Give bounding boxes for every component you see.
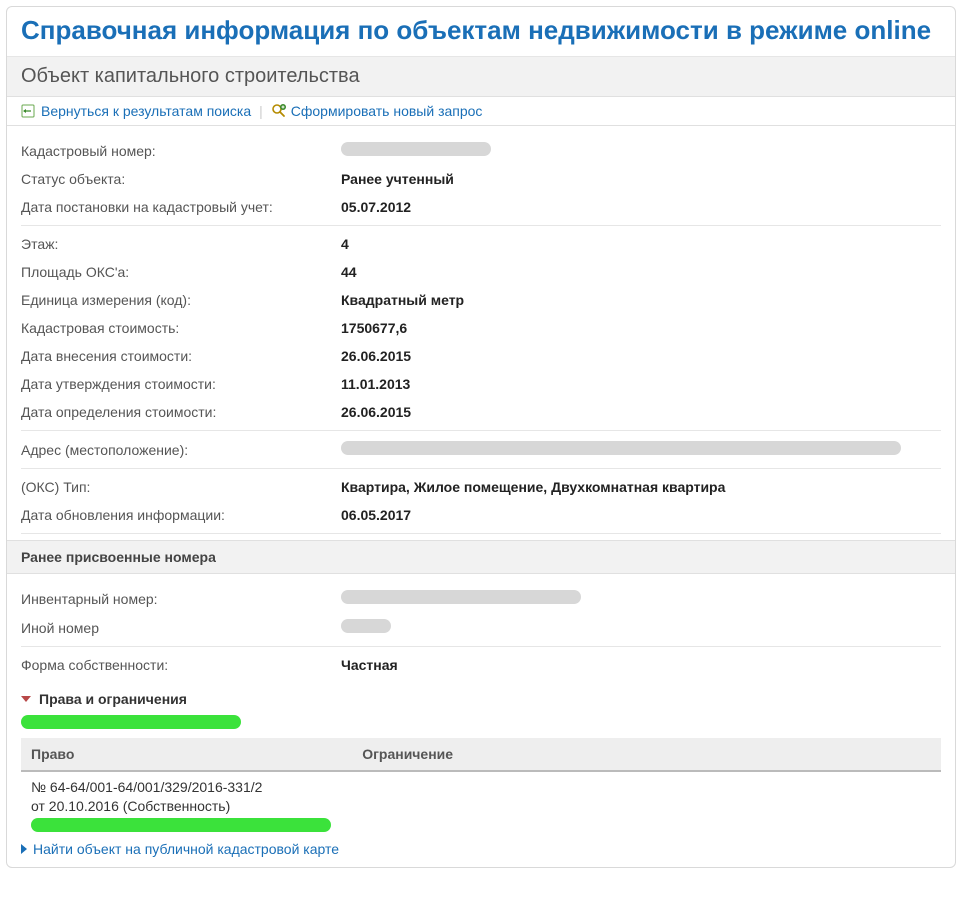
kv-value: 4 [341,236,349,252]
rights-table: Право Ограничение № 64-64/001-64/001/329… [21,738,941,841]
kv-row: Статус объекта:Ранее учтенный [21,165,941,193]
highlight-marker [31,818,331,832]
kv-label: Статус объекта: [21,171,341,187]
group-type: (ОКС) Тип:Квартира, Жилое помещение, Дву… [21,469,941,534]
highlight-marker [21,715,241,729]
right-date-type: от 20.10.2016 (Собственность) [31,797,342,816]
kv-label: Дата утверждения стоимости: [21,376,341,392]
redacted-value [341,619,391,633]
section-title: Объект капитального строительства [7,57,955,97]
kv-label: Площадь ОКС'a: [21,264,341,280]
kv-label: Дата внесения стоимости: [21,348,341,364]
kv-row: Кадастровая стоимость:1750677,6 [21,314,941,342]
kv-value: 05.07.2012 [341,199,411,215]
kv-value [341,142,491,159]
kv-row: (ОКС) Тип:Квартира, Жилое помещение, Дву… [21,473,941,501]
kv-value: Квадратный метр [341,292,464,308]
kv-row: Дата определения стоимости:26.06.2015 [21,398,941,426]
find-on-map-link[interactable]: Найти объект на публичной кадастровой ка… [21,839,339,857]
chevron-right-icon [21,844,27,854]
col-right: Право [21,738,352,771]
chevron-down-icon [21,696,31,702]
group-metrics: Этаж:4Площадь ОКС'a:44Единица измерения … [21,226,941,431]
kv-value [341,441,901,458]
kv-label: Инвентарный номер: [21,591,341,607]
toolbar: Вернуться к результатам поиска | Сформир… [7,97,955,126]
kv-value: 06.05.2017 [341,507,411,523]
kv-row: Дата постановки на кадастровый учет:05.0… [21,193,941,221]
kv-row: Кадастровый номер: [21,136,941,165]
right-number: № 64-64/001-64/001/329/2016-331/2 [31,778,342,797]
kv-label: Адрес (местоположение): [21,442,341,458]
toolbar-separator: | [259,103,263,119]
back-to-results-label: Вернуться к результатам поиска [41,103,251,119]
kv-label: Кадастровая стоимость: [21,320,341,336]
kv-value: Частная [341,657,398,673]
previous-numbers-header: Ранее присвоенные номера [7,540,955,574]
kv-label: Форма собственности: [21,657,341,673]
kv-row: Единица измерения (код):Квадратный метр [21,286,941,314]
kv-label: Кадастровый номер: [21,143,341,159]
kv-label: Этаж: [21,236,341,252]
kv-value: Квартира, Жилое помещение, Двухкомнатная… [341,479,725,495]
kv-value: Ранее учтенный [341,171,454,187]
kv-label: Иной номер [21,620,341,636]
kv-value [341,590,581,607]
find-on-map-label: Найти объект на публичной кадастровой ка… [33,841,339,857]
kv-row: Адрес (местоположение): [21,435,941,464]
kv-label: Дата обновления информации: [21,507,341,523]
rights-restrictions-toggle[interactable]: Права и ограничения [21,683,941,715]
col-restriction: Ограничение [352,738,941,771]
group-main: Кадастровый номер: Статус объекта:Ранее у… [21,132,941,226]
redacted-value [341,441,901,455]
kv-value: 26.06.2015 [341,404,411,420]
kv-value [341,619,391,636]
kv-row: Площадь ОКС'a:44 [21,258,941,286]
new-query-icon [271,103,287,119]
kv-label: Дата постановки на кадастровый учет: [21,199,341,215]
kv-label: Дата определения стоимости: [21,404,341,420]
group-prev-numbers: Инвентарный номер: Иной номер [21,580,941,647]
kv-value: 44 [341,264,357,280]
kv-row: Инвентарный номер: [21,584,941,613]
kv-value: 1750677,6 [341,320,407,336]
kv-row: Дата утверждения стоимости:11.01.2013 [21,370,941,398]
page-title: Справочная информация по объектам недвиж… [7,7,955,57]
group-ownership: Форма собственности:Частная [21,647,941,683]
kv-row: Дата внесения стоимости:26.06.2015 [21,342,941,370]
new-query-link[interactable]: Сформировать новый запрос [271,103,483,119]
kv-label: Единица измерения (код): [21,292,341,308]
back-to-results-link[interactable]: Вернуться к результатам поиска [21,103,251,119]
back-icon [21,103,37,119]
kv-label: (ОКС) Тип: [21,479,341,495]
kv-row: Этаж:4 [21,230,941,258]
redacted-value [341,142,491,156]
kv-row: Дата обновления информации:06.05.2017 [21,501,941,529]
restriction-cell [352,771,941,841]
table-row: № 64-64/001-64/001/329/2016-331/2 от 20.… [21,771,941,841]
group-address: Адрес (местоположение): [21,431,941,469]
rights-restrictions-label: Права и ограничения [39,691,187,707]
redacted-value [341,590,581,604]
kv-row: Форма собственности:Частная [21,651,941,679]
kv-value: 11.01.2013 [341,376,410,392]
kv-row: Иной номер [21,613,941,642]
new-query-label: Сформировать новый запрос [291,103,483,119]
kv-value: 26.06.2015 [341,348,411,364]
